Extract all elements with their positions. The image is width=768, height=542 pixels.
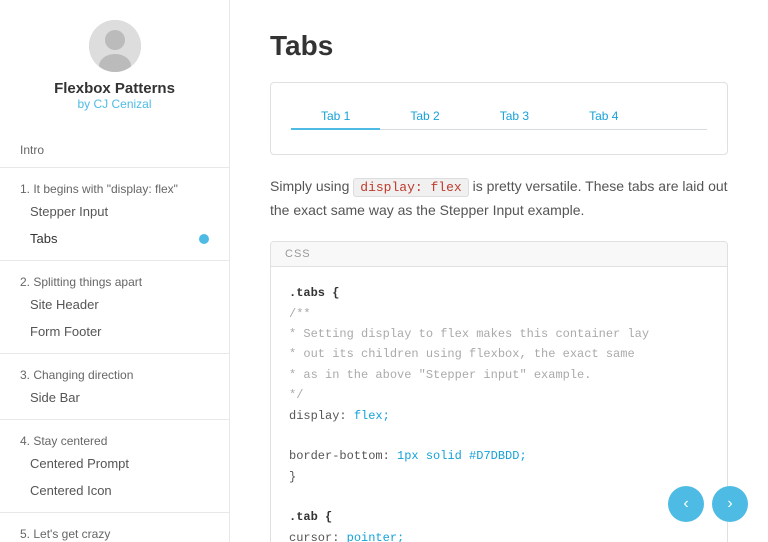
tab-1[interactable]: Tab 1 [291, 104, 380, 130]
main-content: Tabs Tab 1 Tab 2 Tab 3 Tab 4 Simply usin… [230, 0, 768, 542]
sidebar-section-intro[interactable]: Intro [0, 137, 229, 159]
sidebar-nav: Intro 1. It begins with "display: flex" … [0, 137, 229, 542]
nav-buttons: ‹ › [668, 486, 748, 522]
tab-4[interactable]: Tab 4 [559, 104, 648, 130]
sidebar-item-site-header[interactable]: Site Header [0, 291, 229, 318]
sidebar-section-4[interactable]: 4. Stay centered [0, 428, 229, 450]
inline-code: display: flex [353, 178, 468, 197]
sidebar-item-tabs[interactable]: Tabs [0, 225, 229, 252]
sidebar-title: Flexbox Patterns [54, 80, 175, 97]
code-content: .tabs { /** * Setting display to flex ma… [271, 267, 727, 542]
sidebar-logo-area: Flexbox Patterns by CJ Cenizal [0, 0, 229, 121]
description-before: Simply using [270, 178, 353, 194]
divider [0, 512, 229, 513]
sidebar-item-tabs-label: Tabs [30, 231, 57, 246]
sidebar-section-5[interactable]: 5. Let's get crazy [0, 521, 229, 542]
description: Simply using display: flex is pretty ver… [270, 175, 728, 221]
divider [0, 260, 229, 261]
prev-button[interactable]: ‹ [668, 486, 704, 522]
tab-3[interactable]: Tab 3 [470, 104, 559, 130]
tabs-demo-box: Tab 1 Tab 2 Tab 3 Tab 4 [270, 82, 728, 155]
code-label: CSS [271, 242, 727, 267]
divider [0, 353, 229, 354]
sidebar: Flexbox Patterns by CJ Cenizal Intro 1. … [0, 0, 230, 542]
sidebar-section-3[interactable]: 3. Changing direction [0, 362, 229, 384]
code-block: CSS .tabs { /** * Setting display to fle… [270, 241, 728, 542]
sidebar-item-centered-prompt[interactable]: Centered Prompt [0, 450, 229, 477]
tabs-demo: Tab 1 Tab 2 Tab 3 Tab 4 [291, 103, 707, 130]
sidebar-section-1[interactable]: 1. It begins with "display: flex" [0, 176, 229, 198]
next-button[interactable]: › [712, 486, 748, 522]
sidebar-subtitle: by CJ Cenizal [77, 97, 151, 111]
divider [0, 419, 229, 420]
sidebar-item-form-footer[interactable]: Form Footer [0, 318, 229, 345]
sidebar-item-side-bar[interactable]: Side Bar [0, 384, 229, 411]
sidebar-section-2[interactable]: 2. Splitting things apart [0, 269, 229, 291]
active-dot [199, 234, 209, 244]
sidebar-item-centered-icon[interactable]: Centered Icon [0, 477, 229, 504]
avatar [89, 20, 141, 72]
tab-2[interactable]: Tab 2 [380, 104, 469, 130]
page-title: Tabs [270, 30, 728, 62]
divider [0, 167, 229, 168]
sidebar-item-stepper-input[interactable]: Stepper Input [0, 198, 229, 225]
